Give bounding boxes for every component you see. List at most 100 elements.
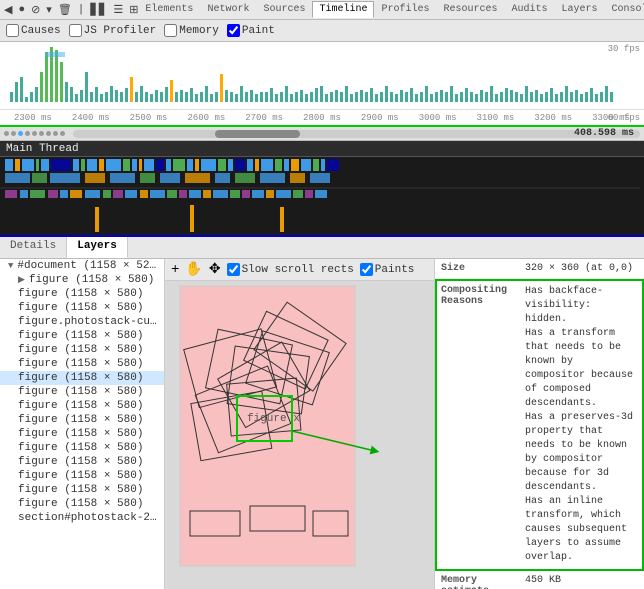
tree-container: ▼#document (1158 × 5275)▶figure (1158 × …	[0, 259, 164, 525]
time-label-2: 2500 ms	[130, 113, 168, 123]
tree-item[interactable]: figure (1158 × 580)	[0, 301, 164, 315]
tree-item[interactable]: ▶figure (1158 × 580)	[0, 273, 164, 287]
svg-text:figure x: figure x	[247, 413, 300, 425]
tree-item-label: figure (1158 × 580)	[18, 428, 143, 440]
main-thread-header: Main Thread	[0, 141, 644, 157]
tab-resources[interactable]: Resources	[437, 1, 505, 18]
size-label: Size	[441, 263, 521, 274]
tree-item[interactable]: figure (1158 × 580)	[0, 357, 164, 371]
paint-checkbox[interactable]	[227, 24, 240, 37]
compositing-row: Compositing Reasons Has backface-visibil…	[435, 279, 644, 571]
compositing-label: Compositing Reasons	[441, 285, 521, 565]
dot-2	[11, 131, 16, 136]
dot-1	[4, 131, 9, 136]
tab-profiles[interactable]: Profiles	[374, 1, 436, 18]
tree-item-label: figure (1158 × 580)	[18, 302, 143, 314]
tab-console[interactable]: Console	[605, 1, 644, 18]
time-ruler: 2300 ms 2400 ms 2500 ms 2600 ms 2700 ms …	[0, 109, 644, 125]
tree-item[interactable]: figure (1158 × 580)	[0, 385, 164, 399]
compositing-text: Has backface-visibility: hidden. Has a t…	[525, 285, 638, 565]
tree-panel: ▼#document (1158 × 5275)▶figure (1158 × …	[0, 259, 165, 589]
dot-3	[18, 131, 23, 136]
trash-icon[interactable]: 🗑	[58, 3, 72, 17]
tree-item[interactable]: figure (1158 × 580)	[0, 343, 164, 357]
tree-item[interactable]: section#photostack-2 (...	[0, 511, 164, 525]
tree-item[interactable]: figure (1158 × 580)	[0, 441, 164, 455]
tree-item[interactable]: figure (1158 × 580)	[0, 413, 164, 427]
main-thread-label: Main Thread	[6, 143, 79, 155]
tree-item-label: section#photostack-2 (...	[18, 512, 162, 524]
list-icon[interactable]: ☰	[113, 3, 123, 17]
tree-item[interactable]: figure.photostack-curre...	[0, 315, 164, 329]
tree-item[interactable]: figure (1158 × 580)	[0, 455, 164, 469]
tree-arrow-icon[interactable]: ▶	[18, 275, 25, 285]
slow-scroll-label[interactable]: Slow scroll rects	[227, 263, 354, 276]
time-labels: 2300 ms 2400 ms 2500 ms 2600 ms 2700 ms …	[0, 113, 644, 123]
tree-item-label: #document (1158 × 5275)	[17, 260, 162, 272]
causes-checkbox-label[interactable]: Causes	[6, 24, 61, 37]
grid-icon[interactable]: ⊞	[129, 3, 138, 17]
controls-row: Causes JS Profiler Memory Paint	[0, 20, 644, 42]
tree-item[interactable]: figure (1158 × 580)	[0, 287, 164, 301]
tree-item-label: figure (1158 × 580)	[18, 400, 143, 412]
scrollbar-row[interactable]: 408.598 ms	[0, 127, 644, 141]
js-profiler-checkbox-label[interactable]: JS Profiler	[69, 24, 157, 37]
tree-item[interactable]: figure (1158 × 580)	[0, 427, 164, 441]
dot-9	[60, 131, 65, 136]
circle-icon[interactable]: ●	[18, 4, 25, 16]
tab-audits[interactable]: Audits	[505, 1, 555, 18]
tree-item[interactable]: figure (1158 × 580)	[0, 483, 164, 497]
paints-text: Paints	[375, 264, 415, 276]
scrollbar-track[interactable]	[73, 130, 640, 138]
canvas-visualization: figure x	[165, 281, 434, 589]
slow-scroll-text: Slow scroll rects	[242, 264, 354, 276]
tab-timeline[interactable]: Timeline	[312, 1, 374, 18]
plus-icon[interactable]: +	[171, 262, 179, 278]
memory-label: Memory	[179, 25, 219, 37]
paint-label: Paint	[242, 25, 275, 37]
paint-checkbox-label[interactable]: Paint	[227, 24, 275, 37]
tree-item[interactable]: figure (1158 × 580)	[0, 399, 164, 413]
back-icon[interactable]: ◀	[4, 3, 12, 17]
dot-8	[53, 131, 58, 136]
nav-icons: ◀ ● ⊘ ▾ 🗑 | ▋▋ ☰ ⊞	[4, 3, 138, 17]
memory-label: Memory estimate	[441, 575, 521, 589]
tree-arrow-icon[interactable]: ▼	[8, 261, 13, 271]
tab-details[interactable]: Details	[0, 237, 67, 258]
memory-checkbox[interactable]	[164, 24, 177, 37]
time-label-6: 2900 ms	[361, 113, 399, 123]
paints-label[interactable]: Paints	[360, 263, 415, 276]
dot-5	[32, 131, 37, 136]
tab-layers[interactable]: Layers	[555, 1, 605, 18]
tree-item[interactable]: figure (1158 × 580)	[0, 469, 164, 483]
filter-icon[interactable]: ▾	[46, 3, 52, 17]
tree-item-label: figure (1158 × 580)	[18, 344, 143, 356]
tab-elements[interactable]: Elements	[138, 1, 200, 18]
panel-tabs: Details Layers	[0, 237, 644, 259]
tree-item[interactable]: figure (1158 × 580)	[0, 329, 164, 343]
stop-icon[interactable]: ⊘	[31, 3, 40, 17]
move-icon[interactable]: ✥	[209, 261, 221, 278]
scrollbar-thumb[interactable]	[215, 130, 300, 138]
tree-item[interactable]: ▼ #document (1158 × 5275)	[0, 259, 164, 273]
main-toolbar: ◀ ● ⊘ ▾ 🗑 | ▋▋ ☰ ⊞ Elements Network Sour…	[0, 0, 644, 20]
hand-icon[interactable]: ✋	[185, 261, 202, 278]
tab-layers[interactable]: Layers	[67, 237, 128, 258]
js-profiler-checkbox[interactable]	[69, 24, 82, 37]
timeline-chart: 30 fps 60 fps	[0, 42, 644, 127]
slow-scroll-checkbox[interactable]	[227, 263, 240, 276]
time-label-7: 3000 ms	[419, 113, 457, 123]
tab-network[interactable]: Network	[200, 1, 256, 18]
tree-item[interactable]: figure (1158 × 580)	[0, 371, 164, 385]
time-label-9: 3200 ms	[534, 113, 572, 123]
size-row: Size 320 × 360 (at 0,0)	[435, 259, 644, 279]
tree-item-label: figure (1158 × 580)	[18, 414, 143, 426]
tree-item[interactable]: figure (1158 × 580)	[0, 497, 164, 511]
memory-row: Memory estimate 450 KB	[435, 571, 644, 589]
bar-chart-icon[interactable]: ▋▋	[90, 3, 107, 17]
paints-checkbox[interactable]	[360, 263, 373, 276]
memory-checkbox-label[interactable]: Memory	[164, 24, 219, 37]
causes-checkbox[interactable]	[6, 24, 19, 37]
tree-item-label: figure (1158 × 580)	[18, 470, 143, 482]
tab-sources[interactable]: Sources	[256, 1, 312, 18]
